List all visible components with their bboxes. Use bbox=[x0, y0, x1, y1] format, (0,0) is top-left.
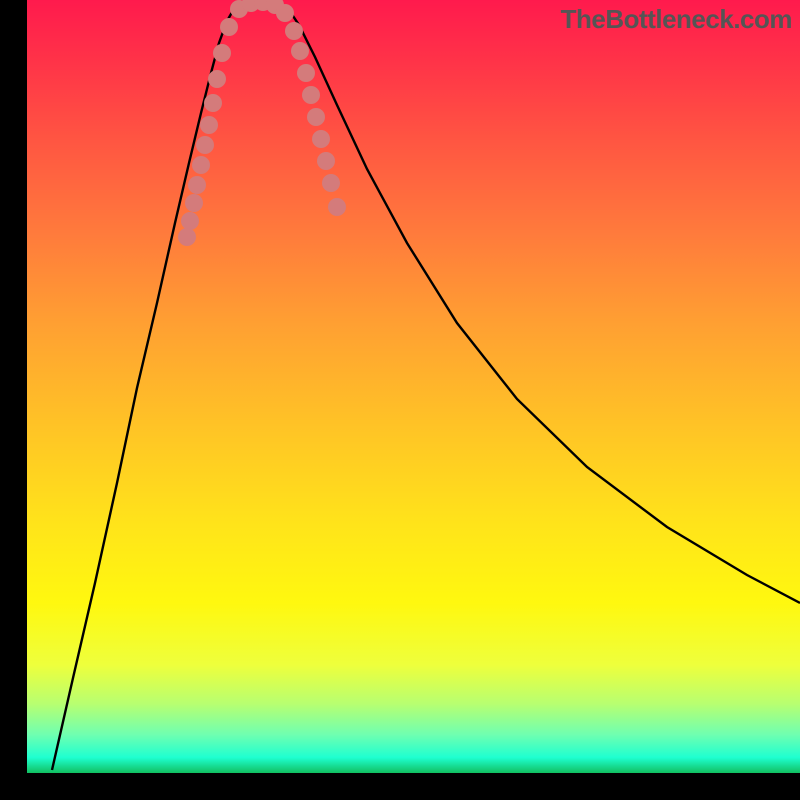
marker-point bbox=[181, 212, 199, 230]
curve-svg bbox=[27, 0, 800, 773]
plot-area: TheBottleneck.com bbox=[27, 0, 800, 773]
v-curve bbox=[52, 2, 800, 770]
marker-point bbox=[200, 116, 218, 134]
marker-point bbox=[317, 152, 335, 170]
marker-point bbox=[220, 18, 238, 36]
marker-point bbox=[312, 130, 330, 148]
marker-point bbox=[178, 228, 196, 246]
marker-point bbox=[302, 86, 320, 104]
marker-point bbox=[208, 70, 226, 88]
marker-point bbox=[285, 22, 303, 40]
marker-point bbox=[328, 198, 346, 216]
marker-point bbox=[276, 4, 294, 22]
marker-point bbox=[307, 108, 325, 126]
marker-point bbox=[297, 64, 315, 82]
chart-frame: TheBottleneck.com bbox=[0, 0, 800, 800]
marker-point bbox=[204, 94, 222, 112]
marker-point bbox=[192, 156, 210, 174]
marker-point bbox=[291, 42, 309, 60]
marker-point bbox=[322, 174, 340, 192]
marker-point bbox=[185, 194, 203, 212]
marker-point bbox=[188, 176, 206, 194]
marker-group bbox=[178, 0, 346, 246]
marker-point bbox=[213, 44, 231, 62]
marker-point bbox=[196, 136, 214, 154]
